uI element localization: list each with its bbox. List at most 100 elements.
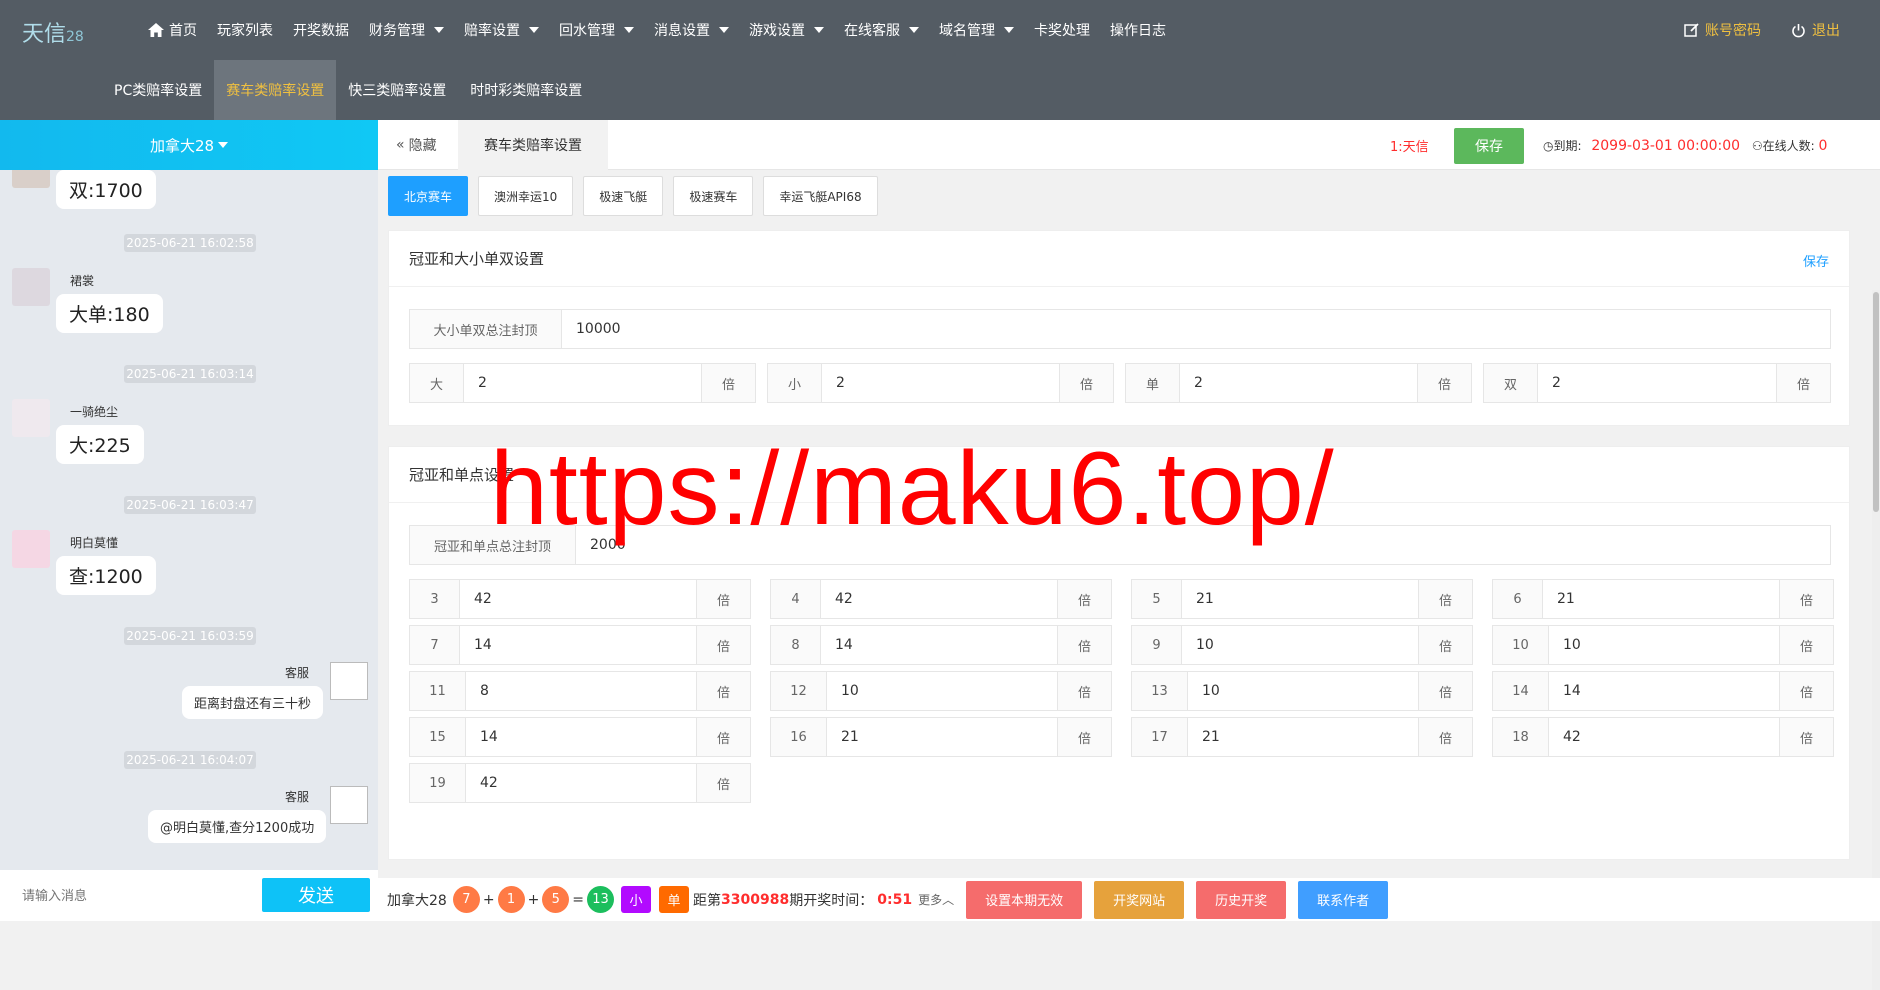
save-button[interactable]: 保存 xyxy=(1454,128,1524,164)
odds-input[interactable]: 14 xyxy=(821,626,1057,664)
top-right-actions: 账号密码 退出 xyxy=(1684,0,1840,60)
service-name: 客服 xyxy=(285,790,310,804)
odds-input[interactable]: 10 xyxy=(827,672,1057,710)
more-link[interactable]: 更多︿ xyxy=(918,891,954,908)
odds-field-point-18: 18 42 倍 xyxy=(1492,717,1834,757)
current-user: 1:天信 xyxy=(1390,140,1429,155)
nav-odds[interactable]: 赔率设置 xyxy=(454,0,549,60)
odds-input[interactable]: 14 xyxy=(1549,672,1779,710)
nav-messages[interactable]: 消息设置 xyxy=(644,0,739,60)
unit-label: 倍 xyxy=(1057,580,1111,618)
odds-input[interactable]: 42 xyxy=(460,580,696,618)
tab-lucky-boat-api68[interactable]: 幸运飞艇API68 xyxy=(763,176,878,216)
nav-game-settings[interactable]: 游戏设置 xyxy=(739,0,834,60)
nav-stuck-draw[interactable]: 卡奖处理 xyxy=(1024,0,1100,60)
odds-input[interactable]: 10 xyxy=(1549,626,1779,664)
point-label: 18 xyxy=(1493,718,1549,756)
chat-panel: 加拿大28 双:1700 2025-06-21 16:02:58 裙裳 大单:1… xyxy=(0,120,378,921)
nav-home[interactable]: 首页 xyxy=(138,0,207,60)
odds-input[interactable]: 21 xyxy=(1182,580,1418,618)
tab-speed-boat[interactable]: 极速飞艇 xyxy=(583,176,664,216)
send-button[interactable]: 发送 xyxy=(262,878,370,912)
result-ball: 7 xyxy=(452,886,480,913)
nav-support[interactable]: 在线客服 xyxy=(834,0,929,60)
odds-input[interactable]: 42 xyxy=(1549,718,1779,756)
service-avatar xyxy=(330,786,368,824)
odds-input[interactable]: 2 xyxy=(464,364,701,402)
tab-ssc-odds[interactable]: 时时彩类赔率设置 xyxy=(458,60,594,120)
odds-input[interactable]: 10 xyxy=(1182,626,1418,664)
nav-finance[interactable]: 财务管理 xyxy=(359,0,454,60)
tab-k3-odds[interactable]: 快三类赔率设置 xyxy=(336,60,458,120)
odds-input[interactable]: 42 xyxy=(821,580,1057,618)
period-number: 3300988 xyxy=(721,891,790,908)
tab-australia-lucky10[interactable]: 澳洲幸运10 xyxy=(478,176,574,216)
contact-author-button[interactable]: 联系作者 xyxy=(1298,880,1389,919)
nav-rebate[interactable]: 回水管理 xyxy=(549,0,644,60)
chevron-down-icon xyxy=(814,27,824,33)
tab-racing-odds-settings[interactable]: 赛车类赔率设置 xyxy=(458,120,608,170)
point-label: 3 xyxy=(410,580,460,618)
online-count: 0 xyxy=(1818,138,1828,154)
scrollbar-thumb[interactable] xyxy=(1873,292,1879,512)
unit-label: 倍 xyxy=(696,626,750,664)
odds-field-point-4: 4 42 倍 xyxy=(770,579,1112,619)
odds-input[interactable]: 8 xyxy=(466,672,696,710)
odds-input[interactable]: 14 xyxy=(466,718,696,756)
chevron-down-icon xyxy=(624,27,634,33)
user-icon: ⚇ xyxy=(1751,139,1763,153)
tab-beijing-racing[interactable]: 北京赛车 xyxy=(388,176,469,216)
message-input[interactable] xyxy=(22,878,262,913)
chevron-down-icon xyxy=(218,142,229,148)
odds-input[interactable]: 2 xyxy=(1538,364,1776,402)
result-ball: 5 xyxy=(542,886,570,913)
odds-input[interactable]: 2 xyxy=(822,364,1059,402)
odds-field-point-9: 9 10 倍 xyxy=(1131,625,1473,665)
logout-link[interactable]: 退出 xyxy=(1791,20,1840,40)
unit-label: 倍 xyxy=(1779,672,1833,710)
point-label: 14 xyxy=(1493,672,1549,710)
odds-field-big: 大 2 倍 xyxy=(409,363,756,403)
odds-field-point-15: 15 14 倍 xyxy=(409,717,751,757)
point-label: 5 xyxy=(1132,580,1182,618)
cap-input[interactable]: 10000 xyxy=(562,310,1830,348)
point-label: 11 xyxy=(410,672,466,710)
odds-category-tabs: PC类赔率设置 赛车类赔率设置 快三类赔率设置 时时彩类赔率设置 xyxy=(102,60,594,120)
timestamp: 2025-06-21 16:03:59 xyxy=(124,627,256,645)
avatar xyxy=(12,268,50,306)
app-logo[interactable]: 天信28 xyxy=(22,16,84,48)
unit-label: 倍 xyxy=(1779,718,1833,756)
nav-players[interactable]: 玩家列表 xyxy=(207,0,283,60)
sub-navbar: PC类赔率设置 赛车类赔率设置 快三类赔率设置 时时彩类赔率设置 xyxy=(0,60,1880,120)
chat-messages[interactable]: 双:1700 2025-06-21 16:02:58 裙裳 大单:180 202… xyxy=(0,170,378,870)
nav-draw-data[interactable]: 开奖数据 xyxy=(283,0,359,60)
chat-room-selector[interactable]: 加拿大28 xyxy=(0,120,378,170)
chevron-down-icon xyxy=(1004,27,1014,33)
odds-input[interactable]: 21 xyxy=(1543,580,1779,618)
odds-input[interactable]: 2 xyxy=(1180,364,1417,402)
point-label: 6 xyxy=(1493,580,1543,618)
odds-input[interactable]: 42 xyxy=(466,764,696,802)
history-draws-button[interactable]: 历史开奖 xyxy=(1196,880,1287,919)
odds-input[interactable]: 14 xyxy=(460,626,696,664)
tab-speed-racing[interactable]: 极速赛车 xyxy=(673,176,754,216)
odds-field-point-7: 7 14 倍 xyxy=(409,625,751,665)
nav-logs[interactable]: 操作日志 xyxy=(1100,0,1176,60)
invalidate-period-button[interactable]: 设置本期无效 xyxy=(966,880,1083,919)
home-icon xyxy=(148,23,164,37)
account-password-link[interactable]: 账号密码 xyxy=(1684,20,1761,40)
odds-input[interactable]: 21 xyxy=(827,718,1057,756)
card-save-link[interactable]: 保存 xyxy=(1803,251,1829,270)
draw-site-button[interactable]: 开奖网站 xyxy=(1094,880,1185,919)
timestamp: 2025-06-21 16:02:58 xyxy=(124,234,256,252)
odds-input[interactable]: 21 xyxy=(1188,718,1418,756)
odds-field-point-6: 6 21 倍 xyxy=(1492,579,1834,619)
odds-input[interactable]: 10 xyxy=(1188,672,1418,710)
tab-racing-odds[interactable]: 赛车类赔率设置 xyxy=(214,60,337,120)
nav-domains[interactable]: 域名管理 xyxy=(929,0,1024,60)
tab-pc-odds[interactable]: PC类赔率设置 xyxy=(102,60,214,120)
hide-sidebar-button[interactable]: « 隐藏 xyxy=(396,120,437,170)
message-bubble: 查:1200 xyxy=(56,556,156,595)
point-label: 9 xyxy=(1132,626,1182,664)
point-label: 13 xyxy=(1132,672,1188,710)
